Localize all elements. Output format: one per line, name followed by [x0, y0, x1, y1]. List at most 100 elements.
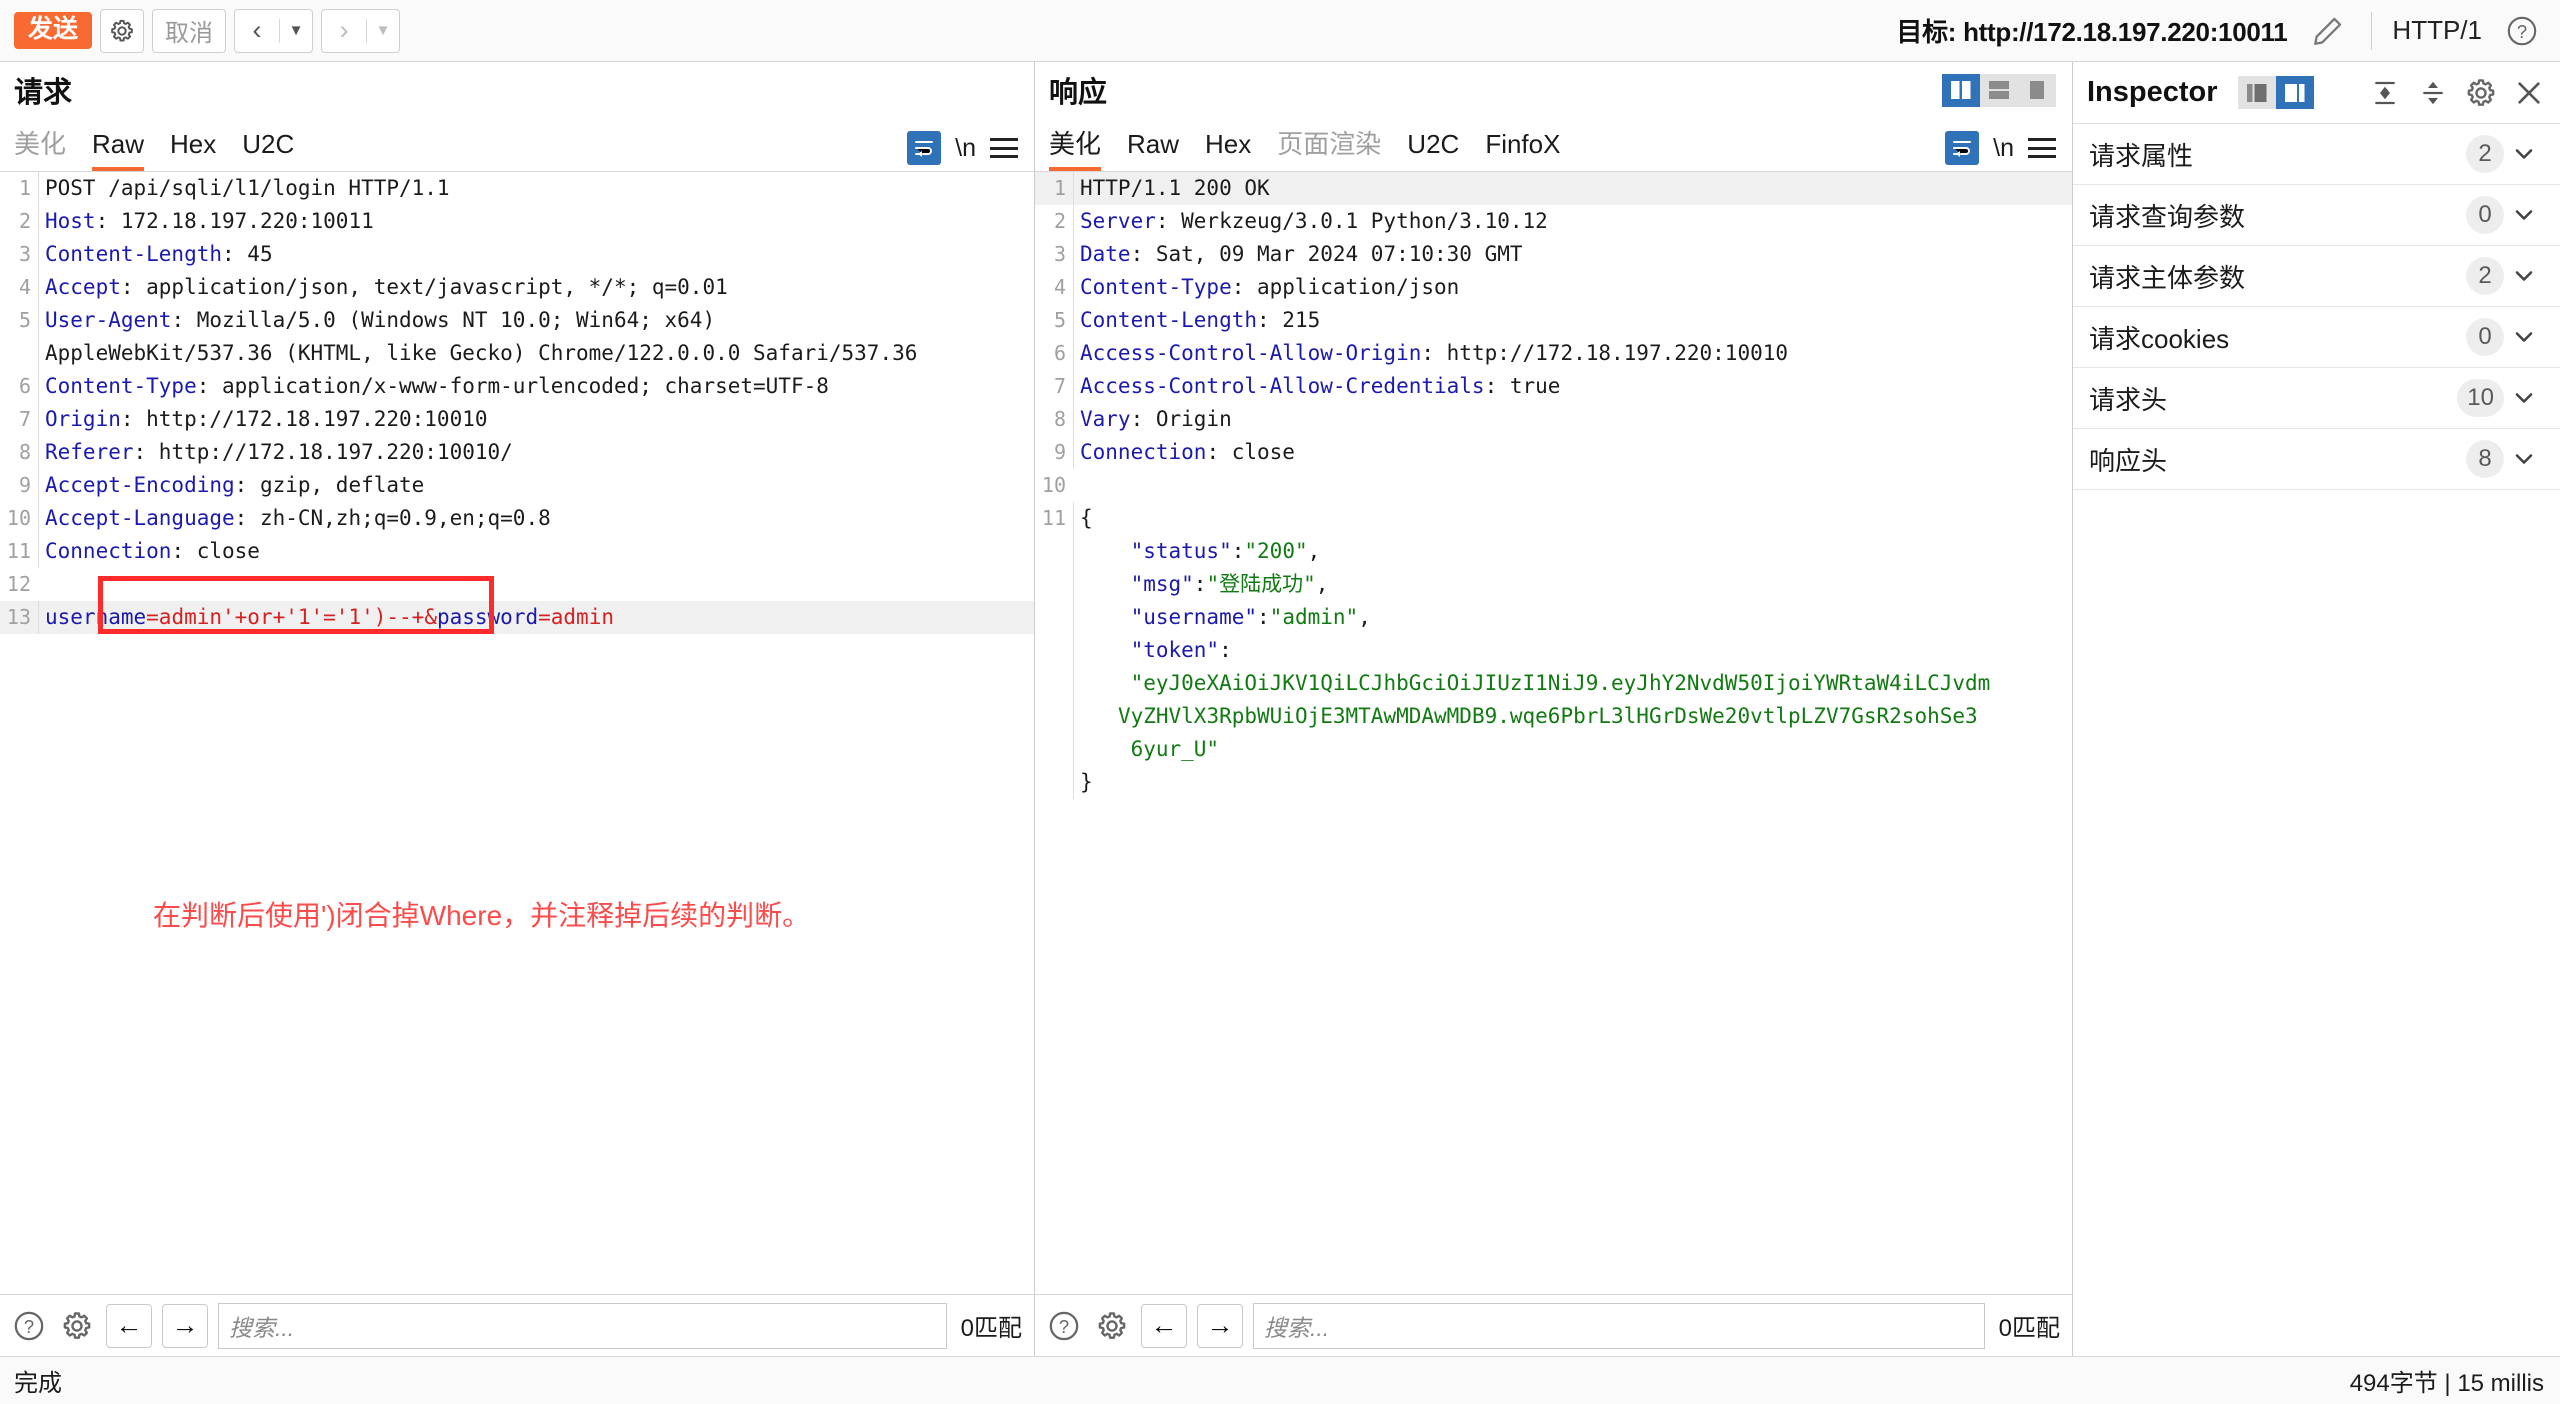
- response-code-text: Connection: close: [1073, 436, 2072, 469]
- caret-down-icon[interactable]: ▼: [367, 10, 399, 52]
- response-search-next-button[interactable]: →: [1197, 1303, 1243, 1348]
- response-menu-button[interactable]: [2028, 138, 2056, 158]
- layout-single-button[interactable]: [2018, 73, 2056, 107]
- request-tabs: 美化 Raw Hex U2C \n: [0, 118, 1034, 172]
- request-newline-toggle[interactable]: \n: [955, 134, 976, 163]
- send-button[interactable]: 发送: [14, 12, 93, 49]
- inspector-close-button[interactable]: [2510, 74, 2548, 112]
- request-code-line: 2 Host: 172.18.197.220:10011: [0, 205, 1034, 238]
- request-search-input[interactable]: 搜索...: [218, 1302, 947, 1349]
- question-circle-icon: ?: [1049, 1311, 1079, 1340]
- response-code-text: "eyJ0eXAiOiJKV1QiLCJhbGciOiJIUzI1NiJ9.ey…: [1073, 667, 2072, 700]
- response-code-text: Content-Type: application/json: [1073, 271, 2072, 304]
- response-tab-FinfoX[interactable]: FinfoX: [1485, 130, 1560, 171]
- request-tab-Raw[interactable]: Raw: [92, 130, 145, 171]
- response-newline-toggle[interactable]: \n: [1993, 134, 2014, 163]
- code-token: : http://172.18.197.220:10010: [1421, 341, 1789, 365]
- code-token: Access-Control-Allow-Credentials: [1080, 374, 1485, 398]
- inspector-row-label: 请求属性: [2089, 140, 2194, 171]
- request-code-text: Connection: close: [38, 535, 1034, 568]
- layout-split-horizontal-button[interactable]: [1980, 73, 2018, 107]
- response-tabs: 美化 Raw Hex 页面渲染 U2C FinfoX \n: [1035, 118, 2072, 172]
- response-tab-Raw[interactable]: Raw: [1127, 130, 1179, 171]
- inspector-collapse-all-button[interactable]: [2366, 74, 2404, 112]
- response-code-line: 6yur_U": [1035, 733, 2072, 766]
- inspector-layout-left-button[interactable]: [2237, 76, 2276, 109]
- code-token: : 172.18.197.220:10011: [95, 209, 374, 233]
- gear-icon: [2467, 78, 2495, 106]
- code-token: Date: [1080, 242, 1131, 266]
- svg-text:?: ?: [24, 1316, 34, 1337]
- chevron-down-icon[interactable]: [2504, 323, 2544, 351]
- menu-line: [2028, 138, 2056, 141]
- request-code-line: 6 Content-Type: application/x-www-form-ur…: [0, 370, 1034, 403]
- request-search-next-button[interactable]: →: [162, 1303, 208, 1348]
- response-tab-Hex[interactable]: Hex: [1205, 130, 1251, 171]
- inspector-row[interactable]: 请求头 10: [2073, 368, 2560, 429]
- pencil-icon: [2314, 17, 2342, 45]
- request-search-help-button[interactable]: ?: [10, 1307, 48, 1345]
- request-code-line: 11 Connection: close: [0, 535, 1034, 568]
- request-tab-U2C[interactable]: U2C: [242, 130, 294, 171]
- inspector-row[interactable]: 请求属性 2: [2073, 124, 2560, 185]
- response-code-line: 4 Content-Type: application/json: [1035, 271, 2072, 304]
- response-word-wrap-button[interactable]: [1945, 131, 1980, 165]
- request-word-wrap-button[interactable]: [907, 131, 942, 165]
- caret-down-icon[interactable]: ▼: [280, 10, 312, 52]
- cancel-button[interactable]: 取消: [152, 8, 227, 53]
- request-search-settings-button[interactable]: [58, 1307, 96, 1345]
- response-editor[interactable]: 1 HTTP/1.1 200 OK 2 Server: Werkzeug/3.0.1 …: [1035, 172, 2072, 1294]
- layout-split-horizontal-icon: [1989, 81, 2009, 99]
- response-search-input[interactable]: 搜索...: [1253, 1302, 1985, 1349]
- request-tab-list: 美化 Raw Hex U2C: [14, 130, 320, 171]
- response-code-text: Access-Control-Allow-Credentials: true: [1073, 370, 2072, 403]
- request-code-line: 3 Content-Length: 45: [0, 238, 1034, 271]
- inspector-layout-right-button[interactable]: [2275, 76, 2314, 109]
- response-tab-美化[interactable]: 美化: [1049, 130, 1102, 171]
- response-code-text: Vary: Origin: [1073, 403, 2072, 436]
- request-search-prev-button[interactable]: ←: [106, 1303, 152, 1348]
- next-request-button[interactable]: › ▼: [321, 8, 401, 53]
- response-search-help-button[interactable]: ?: [1045, 1307, 1083, 1345]
- help-button[interactable]: ?: [2500, 9, 2544, 53]
- request-tab-美化[interactable]: 美化: [14, 130, 66, 171]
- edit-target-button[interactable]: [2305, 8, 2351, 54]
- annotation-note: 在判断后使用')闭合掉Where，并注释掉后续的判断。: [153, 900, 811, 931]
- inspector-header: Inspector: [2073, 62, 2560, 124]
- layout-split-left-button[interactable]: [1942, 73, 1980, 107]
- code-token: :: [1257, 605, 1270, 629]
- chevron-down-icon[interactable]: [2504, 384, 2544, 412]
- line-number: 9: [1053, 440, 1066, 464]
- expand-all-icon: [2423, 81, 2443, 104]
- request-tab-Hex[interactable]: Hex: [170, 130, 216, 171]
- chevron-down-icon[interactable]: [2504, 201, 2544, 229]
- prev-request-button[interactable]: ‹ ▼: [234, 8, 314, 53]
- send-settings-button[interactable]: [100, 8, 145, 53]
- chevron-down-icon[interactable]: [2504, 262, 2544, 290]
- inspector-row[interactable]: 请求主体参数 2: [2073, 246, 2560, 307]
- line-number: 1: [1053, 176, 1066, 200]
- http-version-selector[interactable]: HTTP/1: [2392, 15, 2482, 46]
- word-wrap-icon: [915, 141, 934, 157]
- response-tab-U2C[interactable]: U2C: [1407, 130, 1459, 171]
- response-search-prev-button[interactable]: ←: [1141, 1303, 1187, 1348]
- code-token: : application/json: [1231, 275, 1460, 299]
- inspector-settings-button[interactable]: [2462, 74, 2500, 112]
- request-code-text: Content-Type: application/x-www-form-url…: [38, 370, 1034, 403]
- inspector-row[interactable]: 请求查询参数 0: [2073, 185, 2560, 246]
- request-menu-button[interactable]: [990, 138, 1018, 158]
- response-tab-页面渲染[interactable]: 页面渲染: [1277, 130, 1381, 171]
- line-number: 11: [1041, 506, 1066, 530]
- inspector-expand-all-button[interactable]: [2414, 74, 2452, 112]
- inspector-row[interactable]: 响应头 8: [2073, 429, 2560, 490]
- chevron-down-icon[interactable]: [2504, 445, 2544, 473]
- top-toolbar: 发送 取消 ‹ ▼ › ▼ 目标: http://172.18.197.220:…: [0, 0, 2560, 62]
- code-token: : Mozilla/5.0 (Windows NT 10.0; Win64; x…: [171, 308, 716, 332]
- chevron-down-icon[interactable]: [2504, 140, 2544, 168]
- response-search-settings-button[interactable]: [1093, 1307, 1131, 1345]
- request-editor[interactable]: 1 POST /api/sqli/l1/login HTTP/1.1 2 Host: …: [0, 172, 1034, 1294]
- inspector-row[interactable]: 请求cookies 0: [2073, 307, 2560, 368]
- response-code-line: "eyJ0eXAiOiJKV1QiLCJhbGciOiJIUzI1NiJ9.ey…: [1035, 667, 2072, 700]
